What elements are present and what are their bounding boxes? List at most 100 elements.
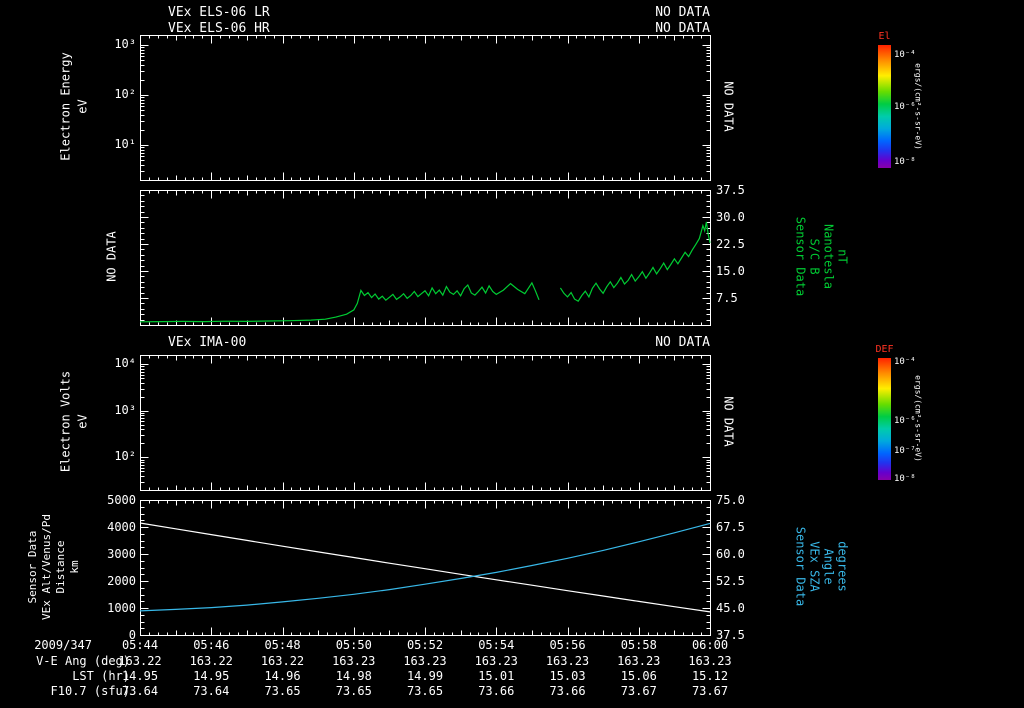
time-tick-label: 05:46 (193, 638, 230, 652)
table-value: 73.64 (193, 684, 230, 698)
time-tick-label: 05:58 (620, 638, 657, 652)
colorbar-tick-label: 10⁻⁴ (894, 49, 916, 60)
alt-ytick-label: 1000 (107, 601, 136, 615)
mag-right-label-line4: nT (835, 249, 850, 264)
ima-ytick-label: 10² (114, 449, 136, 464)
colorbar-tick-label: 10⁻⁶ (894, 416, 916, 427)
table-value: 163.23 (688, 654, 732, 668)
ima-status: NO DATA (655, 335, 710, 350)
sza-ytick-label: 67.5 (716, 520, 745, 534)
alt-ylabel-line1: Sensor Data (26, 530, 39, 604)
table-value: 163.22 (260, 654, 305, 668)
time-tick-label: 05:48 (264, 638, 301, 652)
alt-ytick-label: 3000 (107, 547, 136, 561)
mag-ytick-label: 7.5 (716, 291, 738, 305)
mag-right-label-line1: Sensor Data (793, 216, 808, 297)
ima-ytick-label: 10³ (114, 402, 136, 417)
sza-right-label-line4: degrees (835, 541, 850, 592)
mag-ytick-label: 15.0 (716, 264, 745, 278)
colorbar-tick-label: 10⁻⁷ (894, 445, 916, 456)
table-value: 163.23 (403, 654, 447, 668)
colorbar-tick-label: 10⁻⁸ (894, 156, 916, 167)
alt-ylabel-line4: km (68, 560, 81, 574)
panel-frame (140, 35, 711, 181)
sza-ytick-label: 52.5 (716, 574, 745, 588)
sza-ytick-label: 60.0 (716, 547, 745, 561)
alt-ylabel-line2: VEx Alt/Venus/Pd (40, 514, 53, 620)
els-ylabel-line2: eV (75, 99, 90, 114)
ima-ytick-label: 10⁴ (114, 356, 136, 371)
mag-left-status: NO DATA (104, 231, 119, 282)
table-value: 14.98 (335, 669, 372, 683)
els-right-status: NO DATA (721, 81, 736, 132)
table-value: 15.03 (549, 669, 586, 683)
mag-right-label-line2: S/C B (807, 238, 822, 275)
els-ytick-label: 10² (114, 87, 136, 101)
alt-ytick-label: 5000 (107, 493, 136, 507)
table-value: 73.66 (549, 684, 586, 698)
date-label: 2009/347 (34, 638, 92, 652)
time-tick-label: 05:54 (478, 638, 515, 652)
mag-ytick-label: 37.5 (716, 183, 745, 197)
ima-title: VEx IMA-00 (168, 335, 247, 350)
sza-right-label-line2: VEx SZA (807, 541, 822, 592)
el-colorbar-gradient (878, 45, 891, 168)
time-tick-label: 05:44 (121, 638, 159, 652)
time-tick-label: 06:00 (691, 638, 729, 652)
table-value: 73.65 (335, 684, 372, 698)
els-ytick-label: 10³ (114, 37, 136, 51)
def-colorbar (878, 358, 891, 480)
sza-ytick-label: 75.0 (716, 493, 745, 507)
mag-ytick-label: 22.5 (716, 237, 745, 251)
vex-quicklook-plot: VEx ELS-06 LR NO DATA VEx ELS-06 HR NO D… (0, 0, 1024, 708)
table-value: 73.67 (620, 684, 657, 698)
def-colorbar-title: DEF (875, 344, 894, 355)
mag-field-line (559, 221, 711, 303)
table-value: 73.67 (691, 684, 729, 698)
table-value: 73.65 (406, 684, 444, 698)
table-value: 14.99 (406, 669, 444, 683)
table-value: 163.22 (189, 654, 233, 668)
row-label-f107: F10.7 (sfu) (50, 684, 130, 698)
panel-frame (140, 190, 711, 326)
table-value: 73.66 (478, 684, 515, 698)
table-value: 15.06 (620, 669, 657, 683)
els-lr-status: NO DATA (655, 5, 710, 20)
colorbar-tick-label: 10⁻⁶ (894, 101, 916, 112)
mag-ytick-label: 30.0 (716, 210, 745, 224)
sza-right-label-line3: Angle (821, 548, 836, 585)
row-label-ve-ang: V-E Ang (deg) (36, 654, 130, 668)
table-value: 73.65 (264, 684, 301, 698)
panel-frame (140, 500, 711, 636)
panel-frame (140, 355, 711, 491)
table-value: 14.95 (121, 669, 159, 683)
els-lr-title: VEx ELS-06 LR (168, 5, 270, 20)
alt-ytick-label: 2000 (107, 574, 136, 588)
table-value: 14.95 (193, 669, 230, 683)
alt-ytick-label: 4000 (107, 520, 136, 534)
table-value: 163.23 (545, 654, 590, 668)
table-value: 163.22 (118, 654, 162, 668)
time-tick-label: 05:56 (549, 638, 586, 652)
sza-right-label-line1: Sensor Data (793, 526, 808, 607)
table-value: 14.96 (264, 669, 301, 683)
table-value: 163.23 (332, 654, 376, 668)
colorbar-tick-label: 10⁻⁴ (894, 356, 916, 367)
els-hr-title: VEx ELS-06 HR (168, 21, 270, 36)
el-colorbar-title: El (878, 31, 891, 42)
altitude-line (139, 522, 711, 613)
def-colorbar-gradient (878, 358, 891, 480)
table-value: 163.23 (474, 654, 518, 668)
table-value: 73.64 (121, 684, 159, 698)
row-label-lst: LST (hr) (72, 669, 130, 683)
table-value: 15.01 (478, 669, 515, 683)
mag-right-label-line3: Nanotesla (821, 223, 836, 290)
ima-right-status: NO DATA (721, 396, 736, 447)
els-ylabel-line1: Electron Energy (58, 52, 73, 161)
sza-ytick-label: 45.0 (716, 601, 745, 615)
table-value: 15.12 (691, 669, 729, 683)
els-hr-status: NO DATA (655, 21, 710, 36)
time-tick-label: 05:50 (335, 638, 372, 652)
mag-field-line (139, 281, 540, 323)
els-ytick-label: 10¹ (114, 137, 136, 151)
